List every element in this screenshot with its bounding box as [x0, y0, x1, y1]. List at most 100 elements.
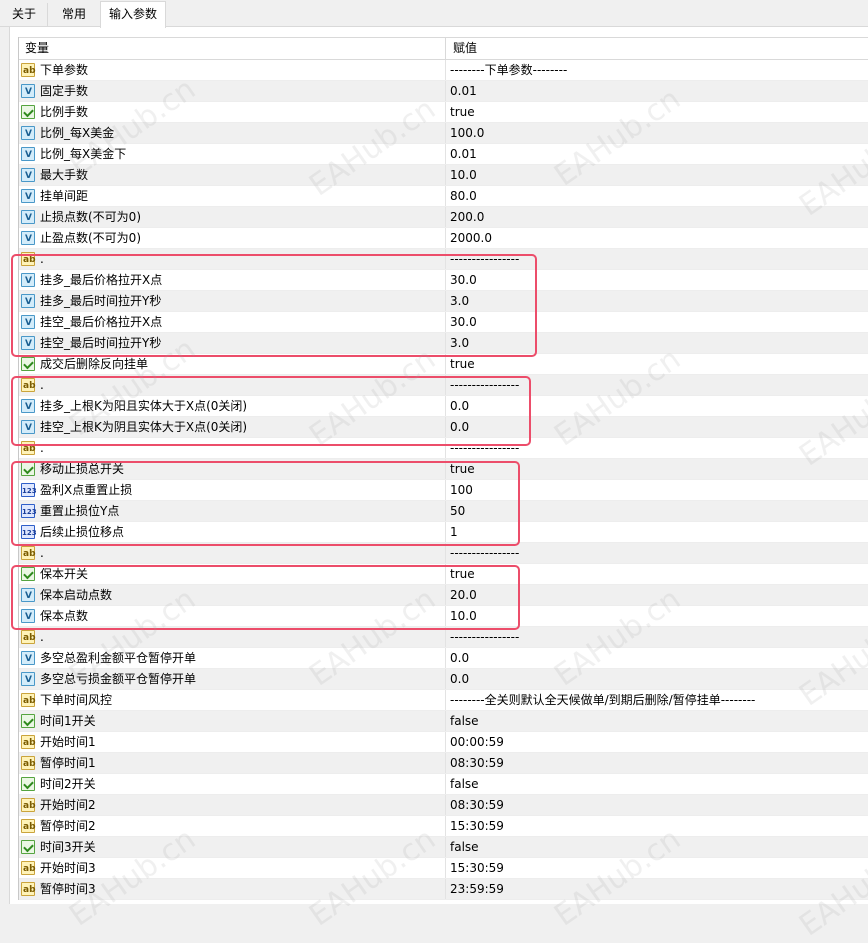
- table-row[interactable]: 移动止损总开关 true: [19, 459, 868, 480]
- table-row[interactable]: 保本启动点数 20.0: [19, 585, 868, 607]
- table-row[interactable]: 开始时间3 15:30:59: [19, 858, 868, 880]
- table-row[interactable]: 下单参数 --------下单参数--------: [19, 60, 868, 82]
- table-row[interactable]: 开始时间1 00:00:59: [19, 732, 868, 754]
- column-divider[interactable]: [445, 38, 446, 59]
- variable-name: .: [40, 630, 44, 644]
- table-row[interactable]: 比例_每X美金下 0.01: [19, 144, 868, 166]
- table-row[interactable]: . ----------------: [19, 438, 868, 460]
- table-row[interactable]: . ----------------: [19, 627, 868, 649]
- variable-value[interactable]: 10.0: [450, 606, 477, 627]
- variable-value[interactable]: 100: [450, 480, 473, 501]
- table-row[interactable]: . ----------------: [19, 375, 868, 397]
- variable-value[interactable]: 15:30:59: [450, 858, 504, 879]
- variable-value[interactable]: 30.0: [450, 270, 477, 291]
- table-row[interactable]: 多空总亏损金额平仓暂停开单 0.0: [19, 669, 868, 691]
- table-row[interactable]: 止损点数(不可为0) 200.0: [19, 207, 868, 229]
- variable-value[interactable]: false: [450, 837, 479, 858]
- variable-value[interactable]: 08:30:59: [450, 753, 504, 774]
- cell-divider: [445, 270, 446, 290]
- cell-divider: [445, 501, 446, 521]
- variable-value[interactable]: 2000.0: [450, 228, 492, 249]
- variable-value[interactable]: ----------------: [450, 627, 519, 648]
- table-row[interactable]: 保本点数 10.0: [19, 606, 868, 628]
- variable-value[interactable]: true: [450, 459, 475, 480]
- table-row[interactable]: 多空总盈利金额平仓暂停开单 0.0: [19, 648, 868, 670]
- cell-divider: [445, 480, 446, 500]
- table-row[interactable]: 开始时间2 08:30:59: [19, 795, 868, 817]
- table-row[interactable]: 重置止损位Y点 50: [19, 501, 868, 523]
- variable-value[interactable]: ----------------: [450, 249, 519, 270]
- variable-value[interactable]: true: [450, 354, 475, 375]
- variable-value[interactable]: 0.01: [450, 81, 477, 102]
- variable-value[interactable]: ----------------: [450, 375, 519, 396]
- variable-value[interactable]: 0.0: [450, 669, 469, 690]
- variable-value[interactable]: 80.0: [450, 186, 477, 207]
- variable-value[interactable]: 1: [450, 522, 458, 543]
- variable-value[interactable]: 0.0: [450, 417, 469, 438]
- variable-name: 暂停时间1: [40, 756, 96, 770]
- column-header-value[interactable]: 赋值: [453, 38, 477, 59]
- variable-value[interactable]: 0.01: [450, 144, 477, 165]
- variable-value[interactable]: 20.0: [450, 585, 477, 606]
- variable-value[interactable]: --------全关则默认全天候做单/到期后删除/暂停挂单--------: [450, 690, 755, 711]
- variable-value[interactable]: false: [450, 774, 479, 795]
- table-row[interactable]: 止盈点数(不可为0) 2000.0: [19, 228, 868, 250]
- variable-value[interactable]: 3.0: [450, 333, 469, 354]
- ab-type-icon: [21, 691, 36, 712]
- variable-value[interactable]: true: [450, 564, 475, 585]
- table-row[interactable]: 时间1开关 false: [19, 711, 868, 732]
- table-row[interactable]: 比例手数 true: [19, 102, 868, 123]
- variable-value[interactable]: 100.0: [450, 123, 484, 144]
- variable-value[interactable]: 10.0: [450, 165, 477, 186]
- variable-value[interactable]: ----------------: [450, 543, 519, 564]
- table-row[interactable]: 最大手数 10.0: [19, 165, 868, 187]
- table-row[interactable]: 挂多_上根K为阳且实体大于X点(0关闭) 0.0: [19, 396, 868, 418]
- table-row[interactable]: . ----------------: [19, 543, 868, 565]
- table-row[interactable]: 暂停时间2 15:30:59: [19, 816, 868, 838]
- va-type-icon: [21, 187, 35, 208]
- cell-divider: [445, 564, 446, 584]
- va-type-icon: [21, 292, 35, 313]
- table-row[interactable]: 挂空_最后时间拉开Y秒 3.0: [19, 333, 868, 355]
- variable-value[interactable]: true: [450, 102, 475, 123]
- tab-about[interactable]: 关于: [2, 3, 46, 26]
- variable-value[interactable]: 00:00:59: [450, 732, 504, 753]
- table-row[interactable]: 下单时间风控 --------全关则默认全天候做单/到期后删除/暂停挂单-----…: [19, 690, 868, 712]
- variable-value[interactable]: 50: [450, 501, 465, 522]
- variable-value[interactable]: 200.0: [450, 207, 484, 228]
- table-row[interactable]: . ----------------: [19, 249, 868, 271]
- variable-value[interactable]: ----------------: [450, 438, 519, 459]
- variable-value[interactable]: --------下单参数--------: [450, 60, 567, 81]
- table-row[interactable]: 成交后删除反向挂单 true: [19, 354, 868, 375]
- table-row[interactable]: 盈利X点重置止损 100: [19, 480, 868, 502]
- variable-value[interactable]: 0.0: [450, 648, 469, 669]
- variable-value[interactable]: 23:59:59: [450, 879, 504, 900]
- table-row[interactable]: 比例_每X美金 100.0: [19, 123, 868, 145]
- tab-common[interactable]: 常用: [47, 3, 100, 26]
- cell-divider: [445, 522, 446, 542]
- variable-value[interactable]: 0.0: [450, 396, 469, 417]
- table-row[interactable]: 挂多_最后价格拉开X点 30.0: [19, 270, 868, 292]
- variable-value[interactable]: 3.0: [450, 291, 469, 312]
- table-row[interactable]: 暂停时间1 08:30:59: [19, 753, 868, 775]
- table-row[interactable]: 时间3开关 false: [19, 837, 868, 858]
- table-row[interactable]: 挂单间距 80.0: [19, 186, 868, 208]
- table-row[interactable]: 暂停时间3 23:59:59: [19, 879, 868, 901]
- table-row[interactable]: 挂空_最后价格拉开X点 30.0: [19, 312, 868, 334]
- column-header-variable[interactable]: 变量: [25, 38, 49, 59]
- table-row[interactable]: 时间2开关 false: [19, 774, 868, 795]
- ab-type-icon: [21, 733, 36, 754]
- variable-value[interactable]: 08:30:59: [450, 795, 504, 816]
- tab-input-params[interactable]: 输入参数: [100, 1, 166, 28]
- variable-value[interactable]: 15:30:59: [450, 816, 504, 837]
- variable-value[interactable]: 30.0: [450, 312, 477, 333]
- table-row[interactable]: 固定手数 0.01: [19, 81, 868, 103]
- variable-name: 最大手数: [40, 168, 89, 182]
- table-row[interactable]: 后续止损位移点 1: [19, 522, 868, 544]
- table-row[interactable]: 保本开关 true: [19, 564, 868, 585]
- table-row[interactable]: 挂多_最后时间拉开Y秒 3.0: [19, 291, 868, 313]
- table-row[interactable]: 挂空_上根K为阴且实体大于X点(0关闭) 0.0: [19, 417, 868, 439]
- variable-name: .: [40, 378, 44, 392]
- variable-value[interactable]: false: [450, 711, 479, 732]
- variable-name: 挂空_上根K为阴且实体大于X点(0关闭): [40, 420, 248, 434]
